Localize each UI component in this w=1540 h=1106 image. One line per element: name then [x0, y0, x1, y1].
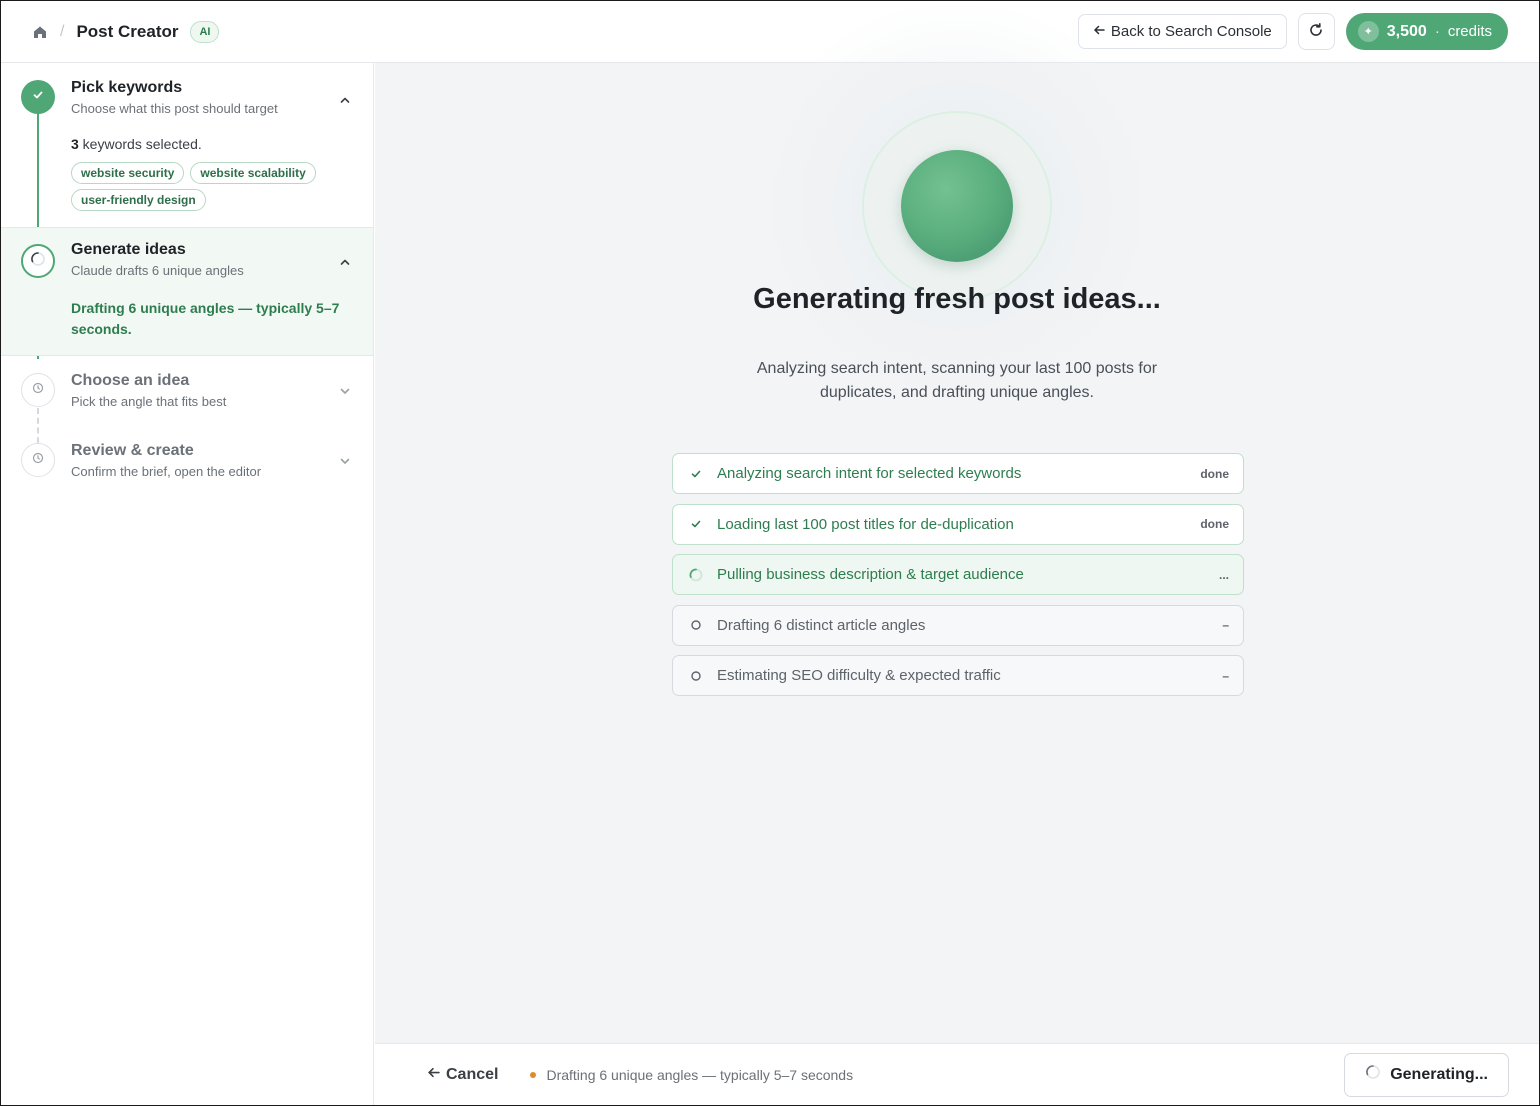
credits-separator: · [1434, 23, 1440, 40]
arrow-left-icon [1093, 23, 1105, 40]
step-pending-indicator [21, 373, 55, 407]
credits-label: credits [1447, 23, 1492, 40]
step-subtitle: Confirm the brief, open the editor [71, 464, 262, 479]
refresh-icon [1308, 22, 1324, 41]
page-title: Post Creator [76, 21, 179, 41]
cancel-label: Cancel [446, 1065, 499, 1083]
keyword-chip[interactable]: website security [71, 162, 185, 184]
keyword-chip[interactable]: user-friendly design [71, 189, 206, 211]
step-active-indicator [21, 244, 55, 278]
step-choose-idea[interactable]: Choose an idea Pick the angle that fits … [1, 356, 373, 426]
generation-description: Analyzing search intent, scanning your l… [756, 360, 1158, 401]
pending-circle-icon [689, 618, 703, 632]
status-dot [530, 1071, 537, 1078]
step-title: Choose an idea [71, 372, 190, 389]
clock-icon [32, 451, 44, 469]
footer-bar: Cancel Drafting 6 unique angles — typica… [375, 1043, 1539, 1105]
footer-status: Drafting 6 unique angles — typically 5–7… [530, 1067, 853, 1083]
breadcrumb: / Post Creator AI [32, 20, 220, 43]
task-status: – [1222, 618, 1229, 632]
ai-badge: AI [190, 20, 220, 43]
app-window: / Post Creator AI Back to Search Console… [0, 0, 1540, 1106]
task-row: Analyzing search intent for selected key… [672, 453, 1244, 494]
pending-circle-icon [689, 669, 703, 683]
generation-title: Generating fresh post ideas... [753, 283, 1161, 315]
step-title: Pick keywords [71, 79, 183, 96]
keyword-chip[interactable]: website scalability [190, 162, 316, 184]
step-pending-indicator [21, 443, 55, 477]
step-title: Review & create [71, 442, 194, 459]
task-label: Loading last 100 post titles for de-dupl… [717, 515, 1014, 533]
credits-badge[interactable]: ✦ 3,500 · credits [1345, 13, 1508, 50]
generation-panel: Generating fresh post ideas... Analyzing… [375, 0, 1539, 1043]
generating-button[interactable]: Generating... [1344, 1052, 1509, 1097]
steps-sidebar: Pick keywords Choose what this post shou… [1, 63, 374, 1105]
task-status: ... [1218, 567, 1229, 582]
task-row: Drafting 6 distinct article angles – [672, 604, 1244, 646]
check-icon [689, 517, 703, 531]
chevron-down-icon[interactable] [339, 384, 351, 396]
chevron-down-icon[interactable] [339, 454, 351, 466]
clock-icon [32, 381, 44, 399]
step-title: Generate ideas [71, 241, 186, 258]
spinner-icon [30, 251, 46, 272]
step-pick-keywords[interactable]: Pick keywords Choose what this post shou… [1, 63, 373, 228]
keyword-count-text: 3 keywords selected. [71, 136, 373, 152]
step-complete-indicator [21, 80, 55, 114]
refresh-button[interactable] [1297, 13, 1335, 50]
step-subtitle: Pick the angle that fits best [71, 394, 227, 409]
keyword-chips: website security website scalability use… [71, 162, 341, 211]
footer-status-text: Drafting 6 unique angles — typically 5–7… [546, 1066, 854, 1083]
check-icon [689, 467, 703, 481]
task-list: Analyzing search intent for selected key… [672, 453, 1244, 706]
top-bar: / Post Creator AI Back to Search Console… [1, 1, 1539, 63]
task-label: Pulling business description & target au… [717, 566, 1024, 583]
breadcrumb-separator: / [60, 22, 65, 40]
home-icon[interactable] [32, 24, 48, 40]
sparkle-icon: ✦ [1357, 21, 1379, 42]
task-label: Analyzing search intent for selected key… [717, 465, 1022, 482]
spinner-icon [1365, 1064, 1381, 1085]
drafting-status-note: Drafting 6 unique angles — typically 5–7… [71, 300, 340, 337]
orb [901, 150, 1013, 262]
task-label: Estimating SEO difficulty & expected tra… [717, 667, 1001, 684]
task-row: Loading last 100 post titles for de-dupl… [672, 503, 1244, 545]
cancel-button[interactable]: Cancel [427, 1066, 498, 1084]
spinner-icon [689, 568, 703, 582]
arrow-left-icon [427, 1066, 440, 1084]
step-subtitle: Choose what this post should target [71, 101, 278, 116]
task-status: done [1200, 466, 1229, 481]
step-review-create[interactable]: Review & create Confirm the brief, open … [1, 426, 373, 496]
chevron-up-icon[interactable] [339, 255, 351, 267]
back-to-search-console-button[interactable]: Back to Search Console [1077, 14, 1287, 49]
keyword-count: 3 [71, 136, 79, 152]
chevron-up-icon[interactable] [339, 93, 351, 105]
task-status: done [1200, 517, 1229, 531]
step-subtitle: Claude drafts 6 unique angles [71, 263, 244, 278]
task-label: Drafting 6 distinct article angles [717, 616, 926, 634]
step-generate-ideas[interactable]: Generate ideas Claude drafts 6 unique an… [1, 228, 373, 356]
task-row: Pulling business description & target au… [672, 554, 1244, 595]
task-status: – [1222, 668, 1229, 683]
generating-label: Generating... [1390, 1065, 1488, 1083]
task-row: Estimating SEO difficulty & expected tra… [672, 655, 1244, 696]
check-icon [32, 88, 44, 106]
back-button-label: Back to Search Console [1110, 23, 1272, 40]
credits-amount: 3,500 [1386, 22, 1427, 40]
keyword-count-suffix: keywords selected. [78, 136, 202, 152]
